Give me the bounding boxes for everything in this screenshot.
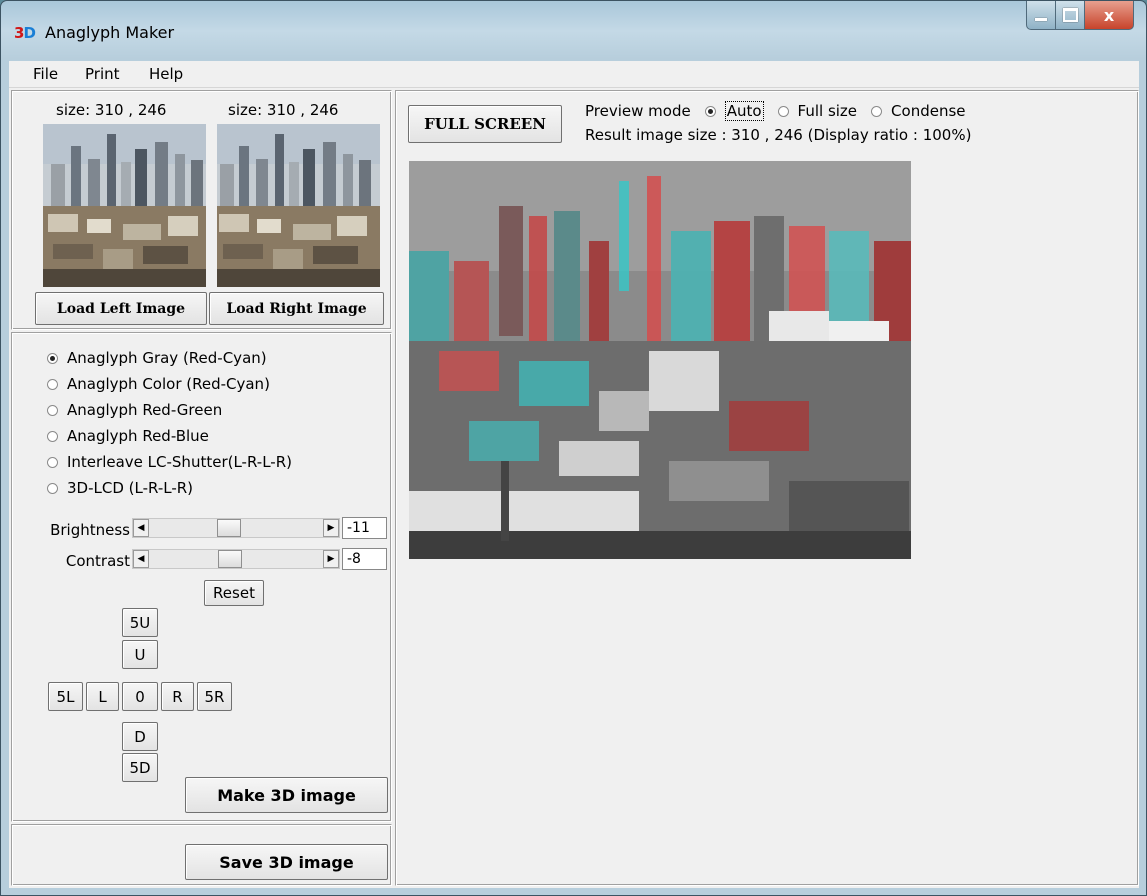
settings-panel: Anaglyph Gray (Red-Cyan) Anaglyph Color … (11, 332, 392, 822)
load-left-image-button[interactable]: Load Left Image (35, 292, 207, 325)
shift-up-5-button[interactable]: 5U (122, 608, 158, 637)
shift-down-button[interactable]: D (122, 722, 158, 751)
radio-icon (871, 105, 883, 117)
app-window: 3D Anaglyph Maker x File Print Help size… (0, 0, 1147, 896)
anaglyph-result-image (409, 161, 911, 559)
mode-option[interactable]: Anaglyph Color (Red-Cyan) (47, 375, 270, 393)
preview-option-condense[interactable]: Condense (871, 102, 966, 120)
minimize-button[interactable] (1026, 1, 1056, 30)
menu-file[interactable]: File (33, 65, 58, 83)
title-bar[interactable]: 3D Anaglyph Maker x (1, 1, 1146, 59)
brightness-label: Brightness (50, 521, 130, 539)
shift-center-button[interactable]: 0 (122, 682, 158, 711)
scroll-right-icon[interactable]: ▶ (323, 519, 339, 537)
contrast-label: Contrast (65, 552, 130, 570)
radio-icon (47, 378, 58, 390)
radio-icon (47, 482, 58, 494)
right-size-label: size: 310 , 246 (228, 101, 339, 119)
radio-icon (47, 404, 58, 416)
maximize-button[interactable] (1056, 1, 1085, 30)
contrast-value[interactable]: -8 (342, 548, 387, 570)
menu-print[interactable]: Print (85, 65, 120, 83)
radio-selected-icon (47, 352, 58, 364)
load-right-image-button[interactable]: Load Right Image (209, 292, 384, 325)
image-load-panel: size: 310 , 246 size: 310 , 246 Load Lef… (11, 90, 392, 330)
mode-option[interactable]: Interleave LC-Shutter(L-R-L-R) (47, 453, 292, 471)
save-3d-image-button[interactable]: Save 3D image (185, 844, 388, 880)
preview-option-full-size[interactable]: Full size (777, 102, 857, 120)
shift-up-button[interactable]: U (122, 640, 158, 669)
minimize-icon (1035, 17, 1047, 21)
menu-help[interactable]: Help (149, 65, 183, 83)
scroll-left-icon[interactable]: ◀ (133, 550, 149, 568)
brightness-slider-thumb[interactable] (217, 519, 241, 537)
right-image-thumbnail (217, 124, 380, 287)
contrast-slider-thumb[interactable] (218, 550, 242, 568)
scroll-right-icon[interactable]: ▶ (323, 550, 339, 568)
window-title: Anaglyph Maker (45, 23, 175, 42)
make-3d-image-button[interactable]: Make 3D image (185, 777, 388, 813)
client-area: size: 310 , 246 size: 310 , 246 Load Lef… (9, 88, 1139, 888)
contrast-slider[interactable]: ◀ ▶ (132, 549, 340, 569)
brightness-slider[interactable]: ◀ ▶ (132, 518, 340, 538)
result-image-size: Result image size : 310 , 246 (Display r… (585, 126, 972, 144)
radio-icon (777, 105, 789, 117)
preview-mode-row: Preview mode Auto Full size Condense (585, 101, 966, 121)
scroll-left-icon[interactable]: ◀ (133, 519, 149, 537)
mode-option[interactable]: Anaglyph Red-Green (47, 401, 222, 419)
shift-left-5-button[interactable]: 5L (48, 682, 83, 711)
close-button[interactable]: x (1085, 1, 1134, 30)
brightness-value[interactable]: -11 (342, 517, 387, 539)
shift-right-button[interactable]: R (161, 682, 194, 711)
radio-icon (47, 430, 58, 442)
mode-option[interactable]: Anaglyph Gray (Red-Cyan) (47, 349, 267, 367)
preview-mode-label: Preview mode (585, 102, 691, 120)
menu-bar: File Print Help (9, 61, 1139, 88)
shift-left-button[interactable]: L (86, 682, 119, 711)
maximize-icon (1062, 8, 1078, 22)
left-image-thumbnail (43, 124, 206, 287)
close-icon: x (1103, 5, 1115, 25)
preview-option-auto[interactable]: Auto (704, 101, 764, 121)
radio-selected-icon (704, 105, 716, 117)
left-size-label: size: 310 , 246 (56, 101, 167, 119)
shift-right-5-button[interactable]: 5R (197, 682, 232, 711)
reset-button[interactable]: Reset (204, 580, 264, 606)
mode-option[interactable]: 3D-LCD (L-R-L-R) (47, 479, 193, 497)
app-3d-icon: 3D (14, 24, 36, 42)
full-screen-button[interactable]: FULL SCREEN (408, 105, 562, 143)
mode-option[interactable]: Anaglyph Red-Blue (47, 427, 209, 445)
save-panel: Save 3D image (11, 824, 392, 886)
shift-down-5-button[interactable]: 5D (122, 753, 158, 782)
radio-icon (47, 456, 58, 468)
